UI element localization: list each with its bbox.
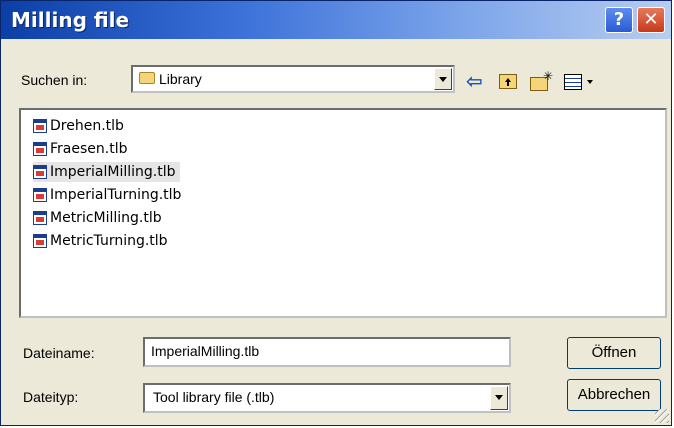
view-menu-button[interactable] <box>561 69 601 95</box>
view-details-icon <box>564 74 582 90</box>
milling-file-dialog: Milling file ? ✕ Suchen in: Library ⇦ ✳ … <box>0 0 672 426</box>
file-list-item[interactable]: MetricTurning.tlb <box>33 231 172 251</box>
file-list-item[interactable]: ImperialMilling.tlb <box>33 162 180 182</box>
tool-library-file-icon <box>33 234 47 248</box>
tool-library-file-icon <box>33 211 47 225</box>
file-list[interactable]: Drehen.tlb Fraesen.tlb ImperialMilling.tlb… <box>19 108 667 318</box>
sparkle-icon: ✳ <box>543 69 554 83</box>
file-name: MetricMilling.tlb <box>50 210 162 226</box>
help-button[interactable]: ? <box>605 7 633 33</box>
chevron-down-icon <box>587 80 593 84</box>
file-name: MetricTurning.tlb <box>50 233 168 249</box>
filetype-label: Dateityp: <box>23 389 79 405</box>
lookin-label: Suchen in: <box>21 72 88 88</box>
dialog-title: Milling file <box>11 8 130 32</box>
tool-library-file-icon <box>33 165 47 179</box>
close-icon: ✕ <box>643 9 659 30</box>
resize-grip[interactable] <box>655 409 669 423</box>
file-list-item[interactable]: MetricMilling.tlb <box>33 208 166 228</box>
open-button[interactable]: Öffnen <box>567 337 661 369</box>
lookin-dropdown[interactable]: Library <box>131 65 455 93</box>
lookin-value: Library <box>159 71 202 87</box>
help-icon: ? <box>613 9 625 30</box>
filename-input[interactable]: ImperialMilling.tlb <box>143 337 511 367</box>
close-button[interactable]: ✕ <box>637 7 665 33</box>
title-bar[interactable]: Milling file ? ✕ <box>1 1 671 39</box>
file-name: Drehen.tlb <box>50 118 124 134</box>
up-folder-button[interactable] <box>495 69 521 95</box>
lookin-dropdown-arrow[interactable] <box>434 68 452 90</box>
tool-library-file-icon <box>33 142 47 156</box>
up-folder-icon <box>499 74 517 89</box>
file-name: ImperialMilling.tlb <box>50 164 176 180</box>
new-folder-button[interactable]: ✳ <box>527 69 553 95</box>
tool-library-file-icon <box>33 188 47 202</box>
file-name: Fraesen.tlb <box>50 141 128 157</box>
file-list-item[interactable]: Fraesen.tlb <box>33 139 131 159</box>
filetype-value: Tool library file (.tlb) <box>153 389 275 405</box>
tool-library-file-icon <box>33 119 47 133</box>
file-list-item[interactable]: Drehen.tlb <box>33 116 128 136</box>
back-button[interactable]: ⇦ <box>463 69 489 95</box>
filetype-dropdown[interactable]: Tool library file (.tlb) <box>143 383 511 413</box>
cancel-button[interactable]: Abbrechen <box>567 379 661 411</box>
file-list-item[interactable]: ImperialTurning.tlb <box>33 185 185 205</box>
folder-icon <box>139 72 155 84</box>
filetype-dropdown-arrow[interactable] <box>490 386 508 410</box>
file-name: ImperialTurning.tlb <box>50 187 182 203</box>
filename-label: Dateiname: <box>23 345 95 361</box>
back-arrow-icon: ⇦ <box>466 69 483 93</box>
